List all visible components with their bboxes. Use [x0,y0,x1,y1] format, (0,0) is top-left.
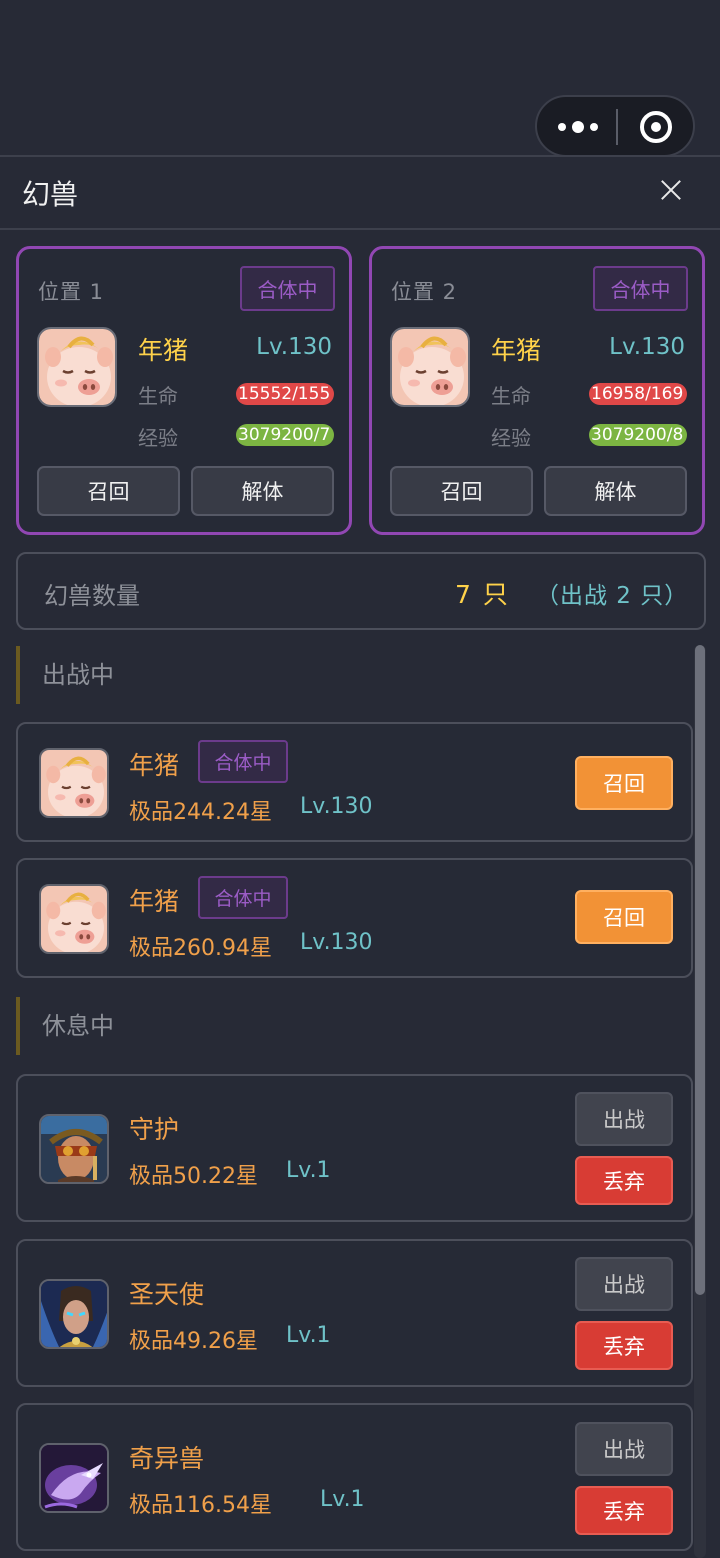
scrollbar-thumb[interactable] [695,645,705,1295]
pet-quality: 极品116.54星 [129,1493,272,1518]
pet-card: 圣天使 极品49.26星 Lv.1 出战 丢弃 [16,1239,693,1387]
pet-card: 守护 极品50.22星 Lv.1 出战 丢弃 [16,1074,693,1222]
pet-level: Lv.1 [286,1323,331,1348]
hp-label: 生命 [138,384,178,408]
pet-name: 年猪 [129,751,180,780]
page-title: 幻兽 [22,178,79,211]
discard-button[interactable]: 丢弃 [575,1321,673,1370]
discard-button[interactable]: 丢弃 [575,1486,673,1535]
pet-count-bar: 幻兽数量 7 只 （出战 2 只） [16,552,706,630]
merge-slot-1: 位置 1 合体中 年猪 Lv.130 生命 15552/155 经验 30792… [16,246,352,535]
pet-count-value: 7 只 [455,580,510,609]
exp-bar: 3079200/8 [589,424,687,446]
pet-card: 年猪 合体中 极品244.24星 Lv.130 召回 [16,722,693,842]
discard-button[interactable]: 丢弃 [575,1156,673,1205]
section-heading-active: 出战中 [16,646,114,704]
pet-card: 年猪 合体中 极品260.94星 Lv.130 召回 [16,858,693,978]
pet-quality: 极品260.94星 [129,936,272,961]
section-heading-resting: 休息中 [16,997,114,1055]
close-icon[interactable] [656,175,686,205]
beast-avatar-icon [39,1443,109,1513]
pet-name: 年猪 [491,336,542,365]
slot-position-label: 位置 1 [38,280,105,304]
pet-count-label: 幻兽数量 [44,582,140,610]
miniprogram-capsule [535,95,695,157]
slot-position-label: 位置 2 [391,280,458,304]
exp-value: 3079200/8 [591,425,684,445]
exp-label: 经验 [491,426,531,450]
deploy-button[interactable]: 出战 [575,1092,673,1146]
pet-level: Lv.1 [286,1158,331,1183]
recall-button[interactable]: 召回 [575,756,673,810]
pet-quality: 极品49.26星 [129,1329,258,1354]
hp-value: 16958/169 [591,384,684,404]
unmerge-button[interactable]: 解体 [191,466,334,516]
pet-level: Lv.130 [256,334,332,360]
hp-bar: 16958/169 [589,383,687,405]
close-miniprogram-icon[interactable] [640,111,672,143]
pet-card: 奇异兽 极品116.54星 Lv.1 出战 丢弃 [16,1403,693,1551]
list-scrollbar[interactable] [694,645,706,1558]
pet-quality: 极品244.24星 [129,800,272,825]
recall-button[interactable]: 召回 [37,466,180,516]
merged-badge: 合体中 [198,740,288,783]
panel-header: 幻兽 [0,155,720,230]
merge-slot-2: 位置 2 合体中 年猪 Lv.130 生命 16958/169 经验 30792… [369,246,705,535]
angel-avatar-icon [39,1279,109,1349]
exp-bar: 3079200/7 [236,424,334,446]
deploy-button[interactable]: 出战 [575,1257,673,1311]
pig-avatar-icon [39,748,109,818]
pig-avatar-icon [39,884,109,954]
pet-level: Lv.1 [320,1487,365,1512]
exp-value: 3079200/7 [238,425,331,445]
more-options-icon[interactable] [558,114,598,140]
pet-level: Lv.130 [300,794,373,819]
recall-button[interactable]: 召回 [390,466,533,516]
unmerge-button[interactable]: 解体 [544,466,687,516]
merged-badge: 合体中 [240,266,335,311]
pet-name: 守护 [129,1115,180,1144]
deployed-count: （出战 2 只） [536,583,689,609]
pet-name: 圣天使 [129,1280,205,1309]
pet-name: 年猪 [138,336,189,365]
pet-quality: 极品50.22星 [129,1164,258,1189]
pet-level: Lv.130 [609,334,685,360]
pet-name: 年猪 [129,887,180,916]
guardian-avatar-icon [39,1114,109,1184]
recall-button[interactable]: 召回 [575,890,673,944]
deploy-button[interactable]: 出战 [575,1422,673,1476]
hp-bar: 15552/155 [236,383,334,405]
pet-level: Lv.130 [300,930,373,955]
merged-badge: 合体中 [593,266,688,311]
capsule-divider [616,109,618,145]
hp-value: 15552/155 [238,384,331,404]
exp-label: 经验 [138,426,178,450]
merged-badge: 合体中 [198,876,288,919]
pig-avatar-icon [37,327,117,407]
pet-name: 奇异兽 [129,1444,205,1473]
pig-avatar-icon [390,327,470,407]
hp-label: 生命 [491,384,531,408]
